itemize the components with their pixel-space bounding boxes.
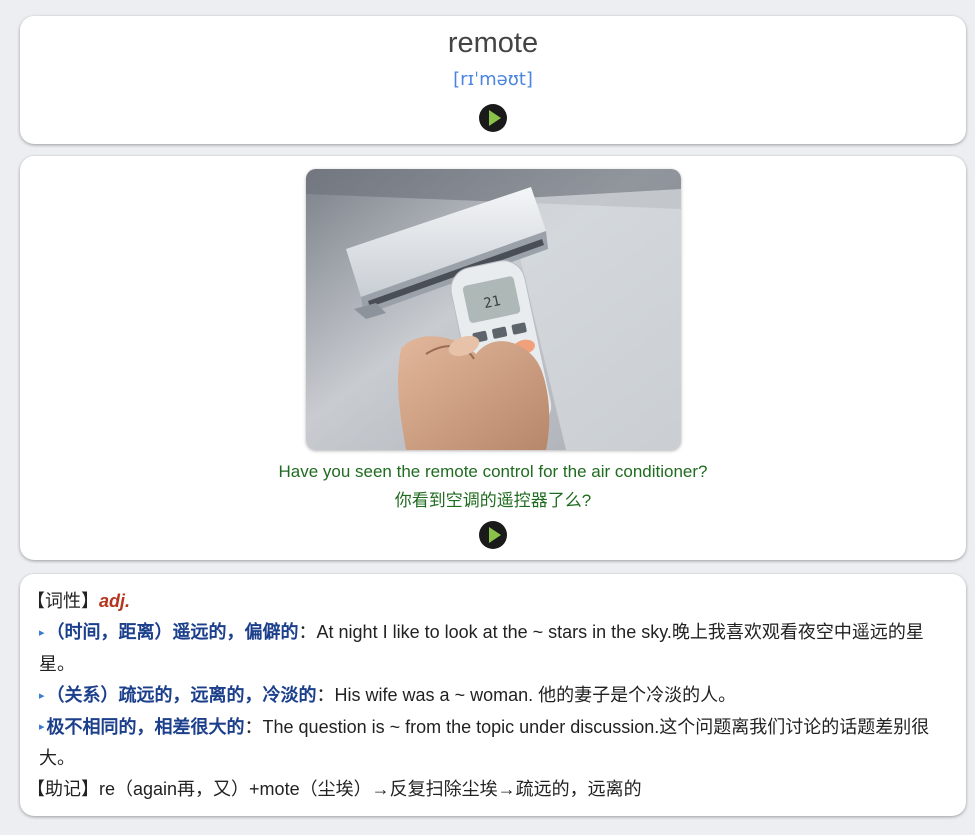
sense-item: ▸ （关系）疏远的，远离的，冷淡的：His wife was a ~ woman.… <box>27 680 958 712</box>
sense-item: ▸ （时间，距离）遥远的，偏僻的：At night I like to look … <box>27 617 958 680</box>
example-card: 21 Have you seen the remote control for … <box>20 156 966 560</box>
mnemonic-line: 【助记】re（again再，又）+mote（尘埃）→反复扫除尘埃→疏远的，远离的 <box>27 779 642 800</box>
example-photo: 21 <box>306 169 681 450</box>
air-conditioner-remote-image: 21 <box>306 169 681 450</box>
sense-item: ▸ 极不相同的，相差很大的：The question is ~ from the … <box>27 712 958 775</box>
sense-separator: ： <box>244 716 263 737</box>
sense-definition: （关系）疏远的，远离的，冷淡的 <box>46 684 317 705</box>
meaning-card: 【词性】adj. ▸ （时间，距离）遥远的，偏僻的：At night I like… <box>20 574 966 816</box>
example-sentence-zh: 你看到空调的遥控器了么? <box>394 491 592 510</box>
phonetic: [rɪˈməʊt] <box>453 69 533 90</box>
example-sentence-en: Have you seen the remote control for the… <box>278 462 708 481</box>
play-audio-icon[interactable] <box>479 521 507 549</box>
word-card: remote [rɪˈməʊt] <box>20 16 966 144</box>
sense-definition: 极不相同的，相差很大的 <box>46 716 245 737</box>
bullet-icon: ▸ <box>39 626 45 639</box>
sense-example: His wife was a ~ woman. 他的妻子是个冷淡的人。 <box>334 684 737 705</box>
part-of-speech-line: 【词性】adj. <box>27 586 958 617</box>
bullet-icon: ▸ <box>39 689 45 702</box>
sense-definition: （时间，距离）遥远的，偏僻的 <box>46 622 299 642</box>
part-of-speech: adj. <box>99 591 131 611</box>
word-title: remote <box>447 27 539 59</box>
play-audio-icon[interactable] <box>479 104 507 132</box>
sense-separator: ： <box>316 684 335 705</box>
pos-label: 【词性】 <box>27 591 99 611</box>
bullet-icon: ▸ <box>39 721 45 734</box>
sense-separator: ： <box>298 622 317 642</box>
